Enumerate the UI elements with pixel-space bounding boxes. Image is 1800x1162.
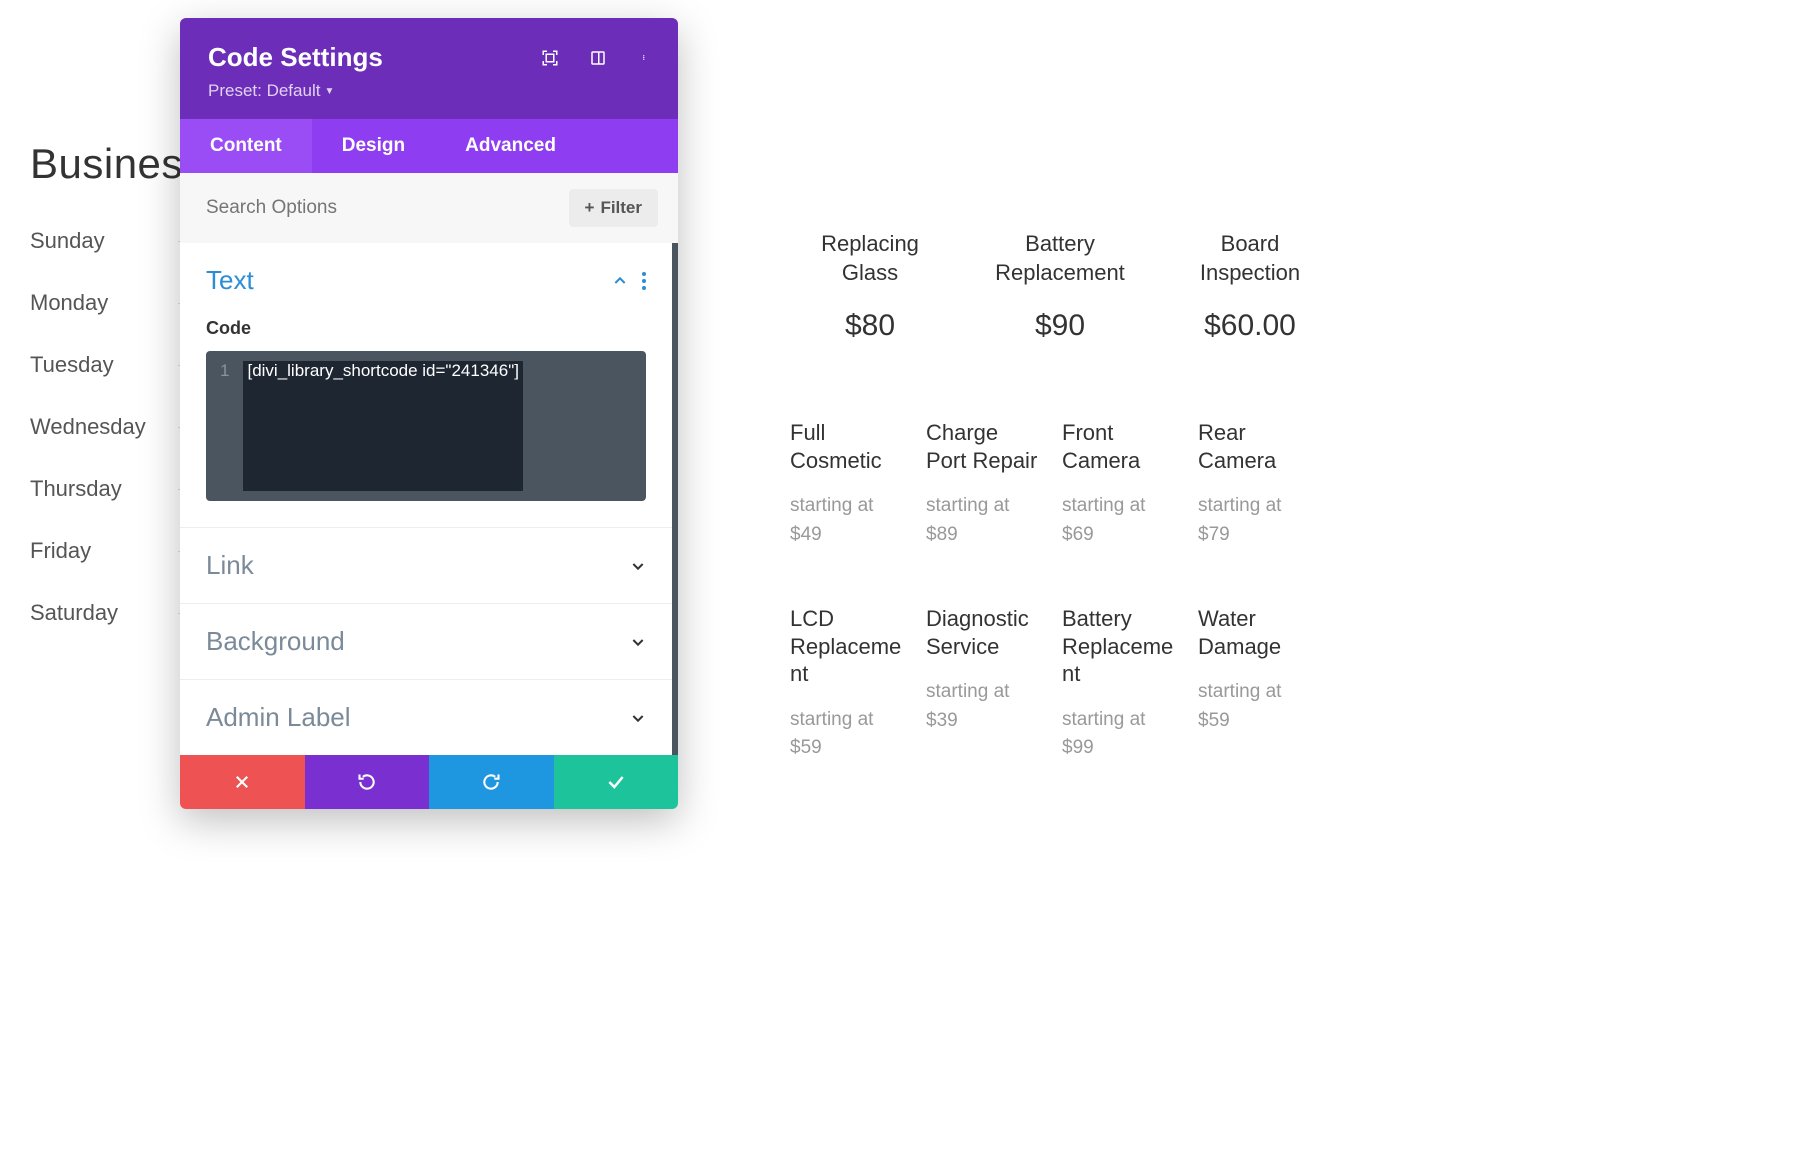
tab-advanced[interactable]: Advanced bbox=[435, 119, 586, 173]
service-card: Board Inspection $60.00 bbox=[1175, 230, 1325, 343]
day-label: Thursday bbox=[30, 476, 170, 502]
service-card: Replacing Glass $80 bbox=[795, 230, 945, 343]
service-card: Water Damage starting at $59 bbox=[1198, 605, 1310, 763]
day-label: Sunday bbox=[30, 228, 170, 254]
panel-header-icons bbox=[540, 48, 656, 68]
service-title: Water Damage bbox=[1198, 605, 1310, 660]
service-price: $90 bbox=[985, 309, 1135, 343]
section-title: Link bbox=[206, 550, 254, 581]
section-background: Background bbox=[180, 604, 672, 680]
service-title: Charge Port Repair bbox=[926, 419, 1038, 474]
section-more-icon[interactable] bbox=[642, 272, 646, 290]
service-card: Front Camera starting at $69 bbox=[1062, 419, 1174, 549]
chevron-down-icon bbox=[630, 634, 646, 650]
plus-icon: + bbox=[585, 198, 595, 218]
service-card: Rear Camera starting at $79 bbox=[1198, 419, 1310, 549]
filter-button[interactable]: + Filter bbox=[569, 189, 659, 227]
service-title: Battery Replacement bbox=[1062, 605, 1174, 688]
caret-down-icon: ▼ bbox=[324, 86, 334, 97]
undo-icon bbox=[357, 772, 377, 792]
service-subtitle: starting at $49 bbox=[790, 492, 902, 549]
service-card: Diagnostic Service starting at $39 bbox=[926, 605, 1038, 763]
service-title: LCD Replacement bbox=[790, 605, 902, 688]
section-title: Admin Label bbox=[206, 702, 351, 733]
preset-label: Preset: Default bbox=[208, 81, 320, 101]
service-card: Charge Port Repair starting at $89 bbox=[926, 419, 1038, 549]
section-admin-label: Admin Label bbox=[180, 680, 672, 755]
service-card: Battery Replacement starting at $99 bbox=[1062, 605, 1174, 763]
search-input[interactable] bbox=[200, 193, 569, 223]
panel-search-bar: + Filter bbox=[180, 173, 678, 243]
service-subtitle: starting at $59 bbox=[790, 706, 902, 763]
service-subtitle: starting at $99 bbox=[1062, 706, 1174, 763]
day-label: Saturday bbox=[30, 600, 170, 626]
chevron-up-icon[interactable] bbox=[612, 273, 628, 289]
section-title: Background bbox=[206, 626, 345, 657]
panel-footer bbox=[180, 755, 678, 809]
service-card: LCD Replacement starting at $59 bbox=[790, 605, 902, 763]
undo-button[interactable] bbox=[305, 755, 430, 809]
close-icon bbox=[233, 773, 251, 791]
day-label: Tuesday bbox=[30, 352, 170, 378]
service-title: Full Cosmetic bbox=[790, 419, 902, 474]
section-header-link[interactable]: Link bbox=[180, 528, 672, 603]
panel-tabs: Content Design Advanced bbox=[180, 119, 678, 173]
service-subtitle: starting at $39 bbox=[926, 678, 1038, 735]
service-subtitle: starting at $69 bbox=[1062, 492, 1174, 549]
redo-icon bbox=[481, 772, 501, 792]
service-title: Battery Replacement bbox=[985, 230, 1135, 287]
section-link: Link bbox=[180, 528, 672, 604]
day-label: Wednesday bbox=[30, 414, 170, 440]
line-number: 1 bbox=[220, 361, 229, 491]
service-title: Rear Camera bbox=[1198, 419, 1310, 474]
section-header-background[interactable]: Background bbox=[180, 604, 672, 679]
section-text: Text Code 1 [divi_library_shortcode id="… bbox=[180, 243, 672, 528]
code-field-label: Code bbox=[206, 318, 646, 339]
save-button[interactable] bbox=[554, 755, 679, 809]
section-title: Text bbox=[206, 265, 254, 296]
tab-design[interactable]: Design bbox=[312, 119, 435, 173]
expand-icon[interactable] bbox=[540, 48, 560, 68]
responsive-icon[interactable] bbox=[588, 48, 608, 68]
code-editor[interactable]: 1 [divi_library_shortcode id="241346"] bbox=[206, 351, 646, 501]
service-price: $60.00 bbox=[1175, 309, 1325, 343]
panel-header: Code Settings Preset: Default ▼ bbox=[180, 18, 678, 119]
more-menu-icon[interactable] bbox=[636, 48, 656, 68]
code-content: [divi_library_shortcode id="241346"] bbox=[243, 361, 523, 491]
service-price: $80 bbox=[795, 309, 945, 343]
panel-body: Text Code 1 [divi_library_shortcode id="… bbox=[180, 243, 678, 755]
settings-panel: Code Settings Preset: Default ▼ Content … bbox=[180, 18, 678, 809]
cancel-button[interactable] bbox=[180, 755, 305, 809]
service-title: Board Inspection bbox=[1175, 230, 1325, 287]
section-header-text[interactable]: Text bbox=[180, 243, 672, 318]
section-header-admin-label[interactable]: Admin Label bbox=[180, 680, 672, 755]
section-content-text: Code 1 [divi_library_shortcode id="24134… bbox=[180, 318, 672, 527]
tab-content[interactable]: Content bbox=[180, 119, 312, 173]
service-title: Replacing Glass bbox=[795, 230, 945, 287]
service-subtitle: starting at $59 bbox=[1198, 678, 1310, 735]
chevron-down-icon bbox=[630, 558, 646, 574]
service-subtitle: starting at $79 bbox=[1198, 492, 1310, 549]
check-icon bbox=[606, 772, 626, 792]
preset-dropdown[interactable]: Preset: Default ▼ bbox=[208, 81, 334, 101]
service-subtitle: starting at $89 bbox=[926, 492, 1038, 549]
service-title: Front Camera bbox=[1062, 419, 1174, 474]
redo-button[interactable] bbox=[429, 755, 554, 809]
services-area: Replacing Glass $80 Battery Replacement … bbox=[790, 230, 1330, 763]
day-label: Friday bbox=[30, 538, 170, 564]
chevron-down-icon bbox=[630, 710, 646, 726]
service-title: Diagnostic Service bbox=[926, 605, 1038, 660]
day-label: Monday bbox=[30, 290, 170, 316]
service-card: Full Cosmetic starting at $49 bbox=[790, 419, 902, 549]
section-header-icons bbox=[612, 272, 646, 290]
filter-label: Filter bbox=[600, 198, 642, 218]
service-card: Battery Replacement $90 bbox=[985, 230, 1135, 343]
